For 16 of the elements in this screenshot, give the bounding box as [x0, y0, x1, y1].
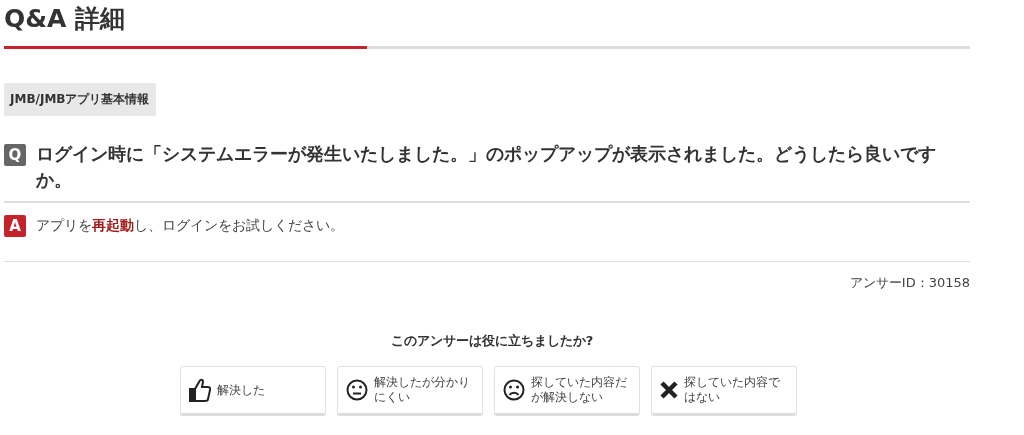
category-tag: JMB/JMBアプリ基本情報 — [4, 83, 156, 116]
close-icon — [660, 381, 678, 399]
answer-id: アンサーID：30158 — [848, 274, 970, 292]
answer-badge: A — [4, 215, 26, 237]
question-text: ログイン時に「システムエラーが発生いたしました。」のポップアップが表示されました。どうしたら良いですか。 — [36, 142, 937, 192]
neutral-face-icon — [346, 379, 368, 401]
feedback-button[interactable]: 解決したが分かりにくい — [337, 366, 483, 416]
thumbs-up-icon — [189, 378, 211, 402]
sad-face-icon — [503, 379, 525, 401]
feedback-button[interactable]: 探していた内容だが解決しない — [494, 366, 640, 416]
feedback-button[interactable]: 探していた内容ではない — [651, 366, 797, 416]
question-badge: Q — [4, 144, 26, 166]
feedback-button[interactable]: 解決した — [180, 366, 326, 416]
answer-text: アプリを再起動し、ログインをお試しください。 — [36, 217, 344, 235]
feedback-prompt: このアンサーは役に立ちましたか? — [389, 332, 595, 350]
page-title: Q&A 詳細 — [4, 3, 126, 34]
